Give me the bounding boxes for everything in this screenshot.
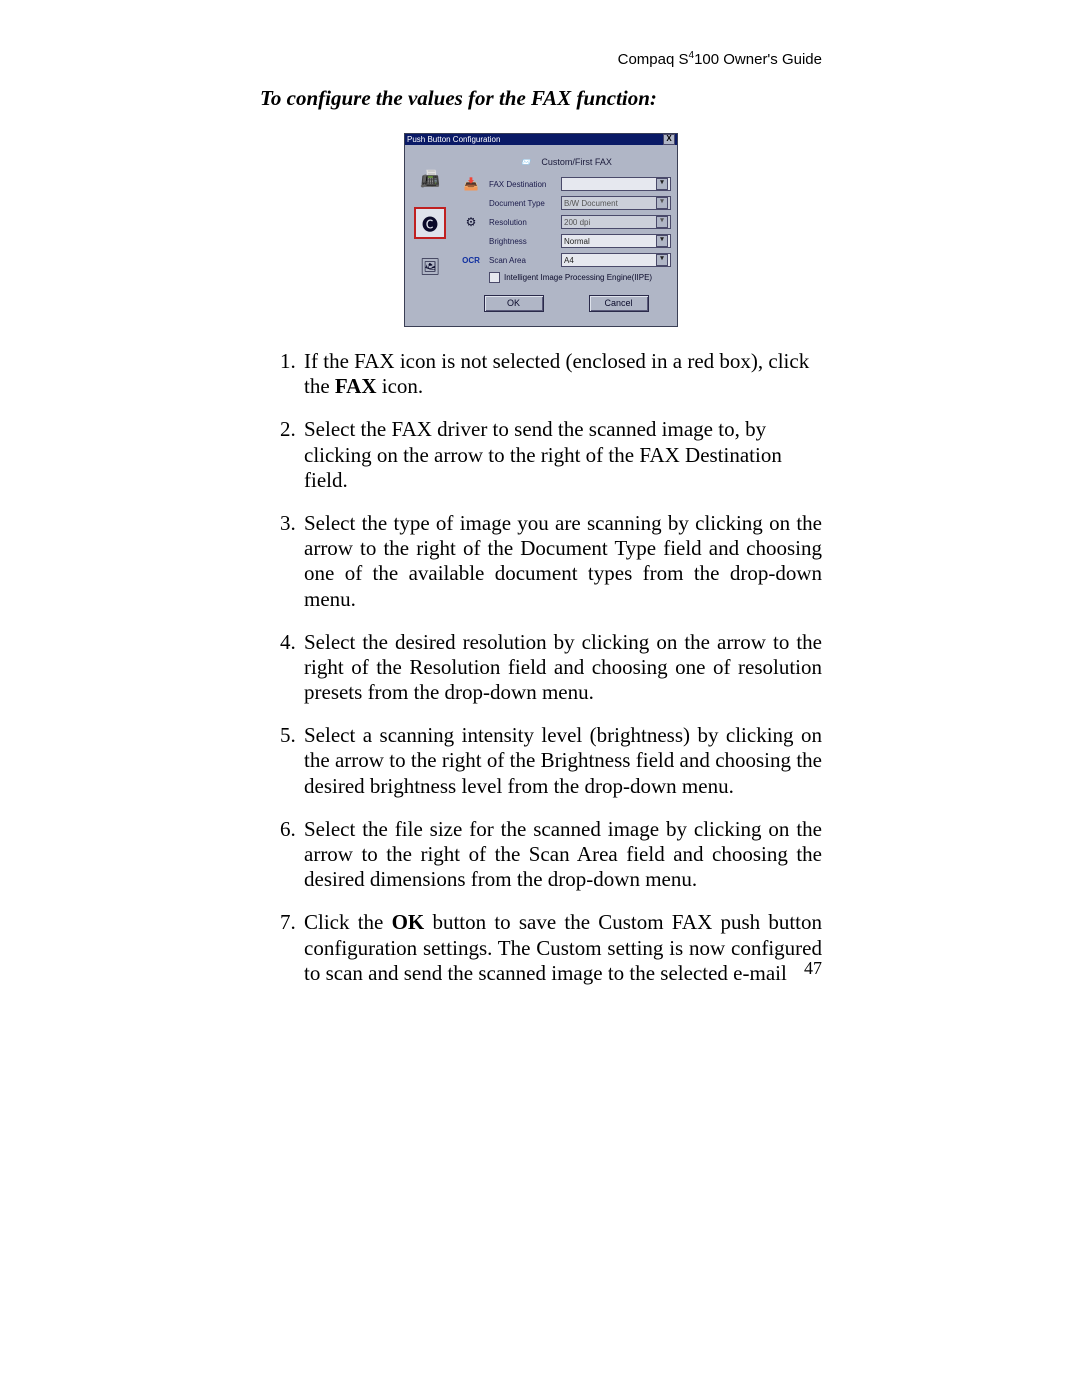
chevron-down-icon[interactable]: ▾ xyxy=(656,197,668,209)
document-type-label: Document Type xyxy=(489,199,553,208)
list-item: 5.Select a scanning intensity level (bri… xyxy=(280,723,822,799)
step-text: Select the FAX driver to send the scanne… xyxy=(304,417,822,493)
chevron-down-icon[interactable]: ▾ xyxy=(656,216,668,228)
page-number: 47 xyxy=(260,958,822,979)
step-number: 1. xyxy=(280,349,304,399)
instruction-list: 1.If the FAX icon is not selected (enclo… xyxy=(280,349,822,986)
step-text: Select the desired resolution by clickin… xyxy=(304,630,822,706)
dest-icon: 📥 xyxy=(461,177,481,191)
section-title: To configure the values for the FAX func… xyxy=(260,86,822,111)
header-brand: Compaq S xyxy=(618,51,689,68)
ok-button[interactable]: OK xyxy=(484,295,544,312)
cancel-button[interactable]: Cancel xyxy=(589,295,649,312)
chevron-down-icon[interactable]: ▾ xyxy=(656,235,668,247)
scan-area-dropdown[interactable]: A4▾ xyxy=(561,253,671,267)
step-number: 2. xyxy=(280,417,304,493)
step-text: If the FAX icon is not selected (enclose… xyxy=(304,349,822,399)
copy-icon[interactable]: 🅒 xyxy=(414,207,446,239)
dialog-subheader: 📨 Custom/First FAX xyxy=(461,149,671,175)
doc-header: Compaq S4100 Owner's Guide xyxy=(260,50,822,68)
resolution-label: Resolution xyxy=(489,218,553,227)
document-type-dropdown[interactable]: B/W Document▾ xyxy=(561,196,671,210)
dialog-titlebar: Push Button Configuration X xyxy=(405,134,677,145)
scanner-icon[interactable]: 📠 xyxy=(416,165,444,193)
step-text: Select a scanning intensity level (brigh… xyxy=(304,723,822,799)
scan-area-label: Scan Area xyxy=(489,256,553,265)
list-item: 4.Select the desired resolution by click… xyxy=(280,630,822,706)
resolution-dropdown[interactable]: 200 dpi▾ xyxy=(561,215,671,229)
list-item: 2.Select the FAX driver to send the scan… xyxy=(280,417,822,493)
step-number: 4. xyxy=(280,630,304,706)
dialog-title: Push Button Configuration xyxy=(407,134,500,145)
close-icon[interactable]: X xyxy=(663,134,675,145)
step-number: 5. xyxy=(280,723,304,799)
fax-destination-label: FAX Destination xyxy=(489,180,553,189)
fax-small-icon: 📨 xyxy=(520,157,531,168)
list-item: 1.If the FAX icon is not selected (enclo… xyxy=(280,349,822,399)
list-item: 6.Select the file size for the scanned i… xyxy=(280,817,822,893)
step-text: Select the file size for the scanned ima… xyxy=(304,817,822,893)
brightness-label: Brightness xyxy=(489,237,553,246)
push-button-config-dialog: Push Button Configuration X 📠 🅒 🖼 📨 Cust… xyxy=(404,133,678,327)
dialog-subheader-label: Custom/First FAX xyxy=(541,157,612,167)
step-text: Select the type of image you are scannin… xyxy=(304,511,822,612)
list-item: 3.Select the type of image you are scann… xyxy=(280,511,822,612)
fax-destination-dropdown[interactable]: ▾ xyxy=(561,177,671,191)
step-number: 6. xyxy=(280,817,304,893)
step-number: 3. xyxy=(280,511,304,612)
ocr-icon: OCR xyxy=(461,256,481,265)
iipe-checkbox[interactable] xyxy=(489,272,500,283)
photo-icon[interactable]: 🖼 xyxy=(416,253,444,281)
dialog-side-tabs: 📠 🅒 🖼 xyxy=(405,145,455,326)
settings-icon: ⚙ xyxy=(461,215,481,229)
chevron-down-icon[interactable]: ▾ xyxy=(656,254,668,266)
header-rest: 100 Owner's Guide xyxy=(694,51,822,68)
brightness-dropdown[interactable]: Normal▾ xyxy=(561,234,671,248)
chevron-down-icon[interactable]: ▾ xyxy=(656,178,668,190)
iipe-label: Intelligent Image Processing Engine(IIPE… xyxy=(504,273,652,282)
